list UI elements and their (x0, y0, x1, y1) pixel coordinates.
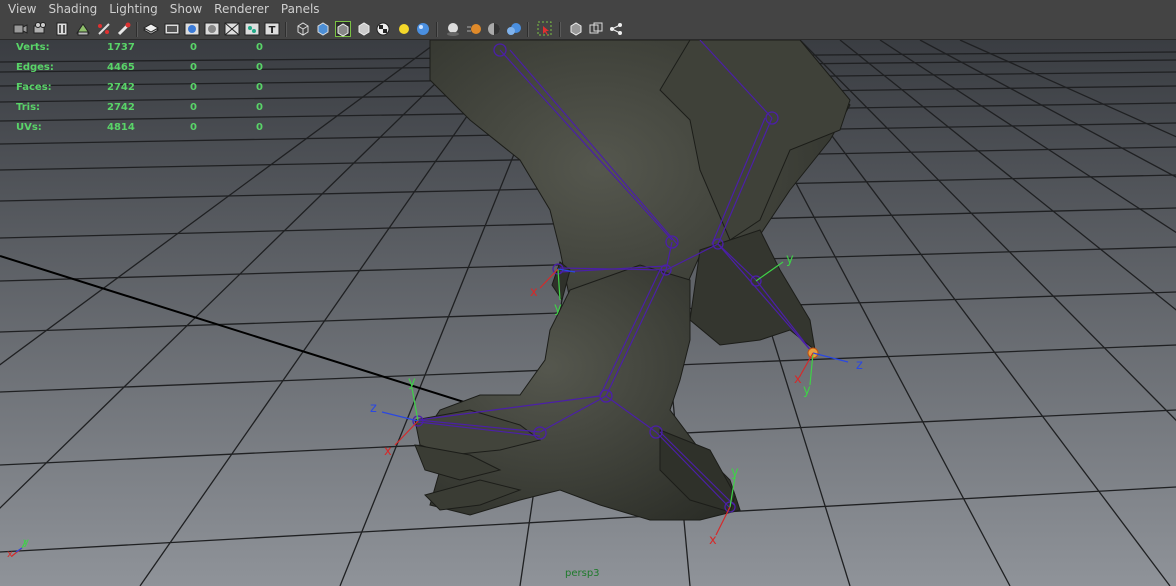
xray-active-icon[interactable] (588, 21, 604, 37)
xray-joints-icon[interactable] (568, 21, 584, 37)
axis-label-x: x (709, 533, 717, 548)
axis-label-y: y (731, 465, 739, 480)
hud-value: 1737 (107, 42, 135, 53)
axis-label-z: z (856, 358, 863, 373)
hud-label: Faces: (16, 82, 52, 93)
safe-title-icon[interactable]: T (264, 21, 280, 37)
hud-value: 0 (190, 62, 197, 73)
field-chart-icon[interactable] (224, 21, 240, 37)
select-camera-icon[interactable] (12, 21, 28, 37)
svg-text:T: T (269, 25, 276, 36)
axis-label-y: y (803, 383, 811, 398)
menu-panels[interactable]: Panels (275, 0, 326, 19)
bookmarks-icon[interactable] (54, 21, 70, 37)
hud-value: 0 (190, 122, 197, 133)
use-default-light-icon[interactable] (396, 21, 412, 37)
menu-lighting[interactable]: Lighting (103, 0, 164, 19)
hud-value: 0 (190, 82, 197, 93)
hud-value: 0 (256, 102, 263, 113)
isolate-select-icon[interactable] (537, 21, 553, 37)
safe-action-icon[interactable] (244, 21, 260, 37)
camera-name-label: persp3 (565, 568, 600, 579)
axis-label-x: x (794, 372, 802, 387)
resolution-gate-icon[interactable] (184, 21, 200, 37)
axis-label-x: x (384, 444, 392, 459)
wireframe-on-shaded-icon[interactable] (335, 21, 351, 37)
menu-renderer[interactable]: Renderer (208, 0, 275, 19)
hud-label: Tris: (16, 102, 41, 113)
hud-value: 0 (256, 62, 263, 73)
hud-value: 4465 (107, 62, 135, 73)
axis-label-x: x (530, 285, 538, 300)
gizmo-label-y: y (23, 537, 29, 548)
hud-value: 0 (190, 42, 197, 53)
panel-toolbar: T (0, 19, 1176, 40)
film-gate-icon[interactable] (164, 21, 180, 37)
hud-value: 2742 (107, 82, 135, 93)
two-d-pan-zoom-icon[interactable] (116, 21, 132, 37)
axis-label-y: y (408, 375, 416, 390)
panel-menu-bar: View Shading Lighting Show Renderer Pane… (0, 0, 1176, 19)
depth-of-field-icon[interactable] (506, 21, 522, 37)
axis-label-y: y (786, 252, 794, 267)
textured-icon[interactable] (375, 21, 391, 37)
hud-value: 0 (256, 42, 263, 53)
wireframe-joints-icon[interactable] (608, 21, 624, 37)
menu-show[interactable]: Show (164, 0, 208, 19)
smooth-shade-icon[interactable] (315, 21, 331, 37)
hud-value: 0 (256, 122, 263, 133)
grease-pencil-icon[interactable] (96, 21, 112, 37)
screen-space-ao-icon[interactable] (445, 21, 461, 37)
hud-label: UVs: (16, 122, 42, 133)
hud-label: Edges: (16, 62, 54, 73)
xray-icon[interactable] (356, 21, 372, 37)
camera-attributes-icon[interactable] (33, 21, 49, 37)
gizmo-label-x: x (7, 549, 13, 560)
axis-label-z: z (370, 401, 377, 416)
shadows-icon[interactable] (415, 21, 431, 37)
viewport-scene: x y y z x y y z x y x y x (0, 40, 1176, 586)
multisample-aa-icon[interactable] (486, 21, 502, 37)
maya-viewport-panel: View Shading Lighting Show Renderer Pane… (0, 0, 1176, 586)
wireframe-icon[interactable] (295, 21, 311, 37)
gate-mask-icon[interactable] (204, 21, 220, 37)
hud-value: 0 (256, 82, 263, 93)
image-plane-icon[interactable] (75, 21, 91, 37)
hud-value: 2742 (107, 102, 135, 113)
motion-blur-icon[interactable] (466, 21, 482, 37)
hud-value: 4814 (107, 122, 135, 133)
hud-label: Verts: (16, 42, 50, 53)
axis-label-y: y (554, 301, 562, 316)
grid-icon[interactable] (142, 21, 160, 37)
perspective-viewport[interactable]: x y y z x y y z x y x y x (0, 40, 1176, 586)
menu-shading[interactable]: Shading (42, 0, 103, 19)
menu-view[interactable]: View (2, 0, 42, 19)
hud-value: 0 (190, 102, 197, 113)
